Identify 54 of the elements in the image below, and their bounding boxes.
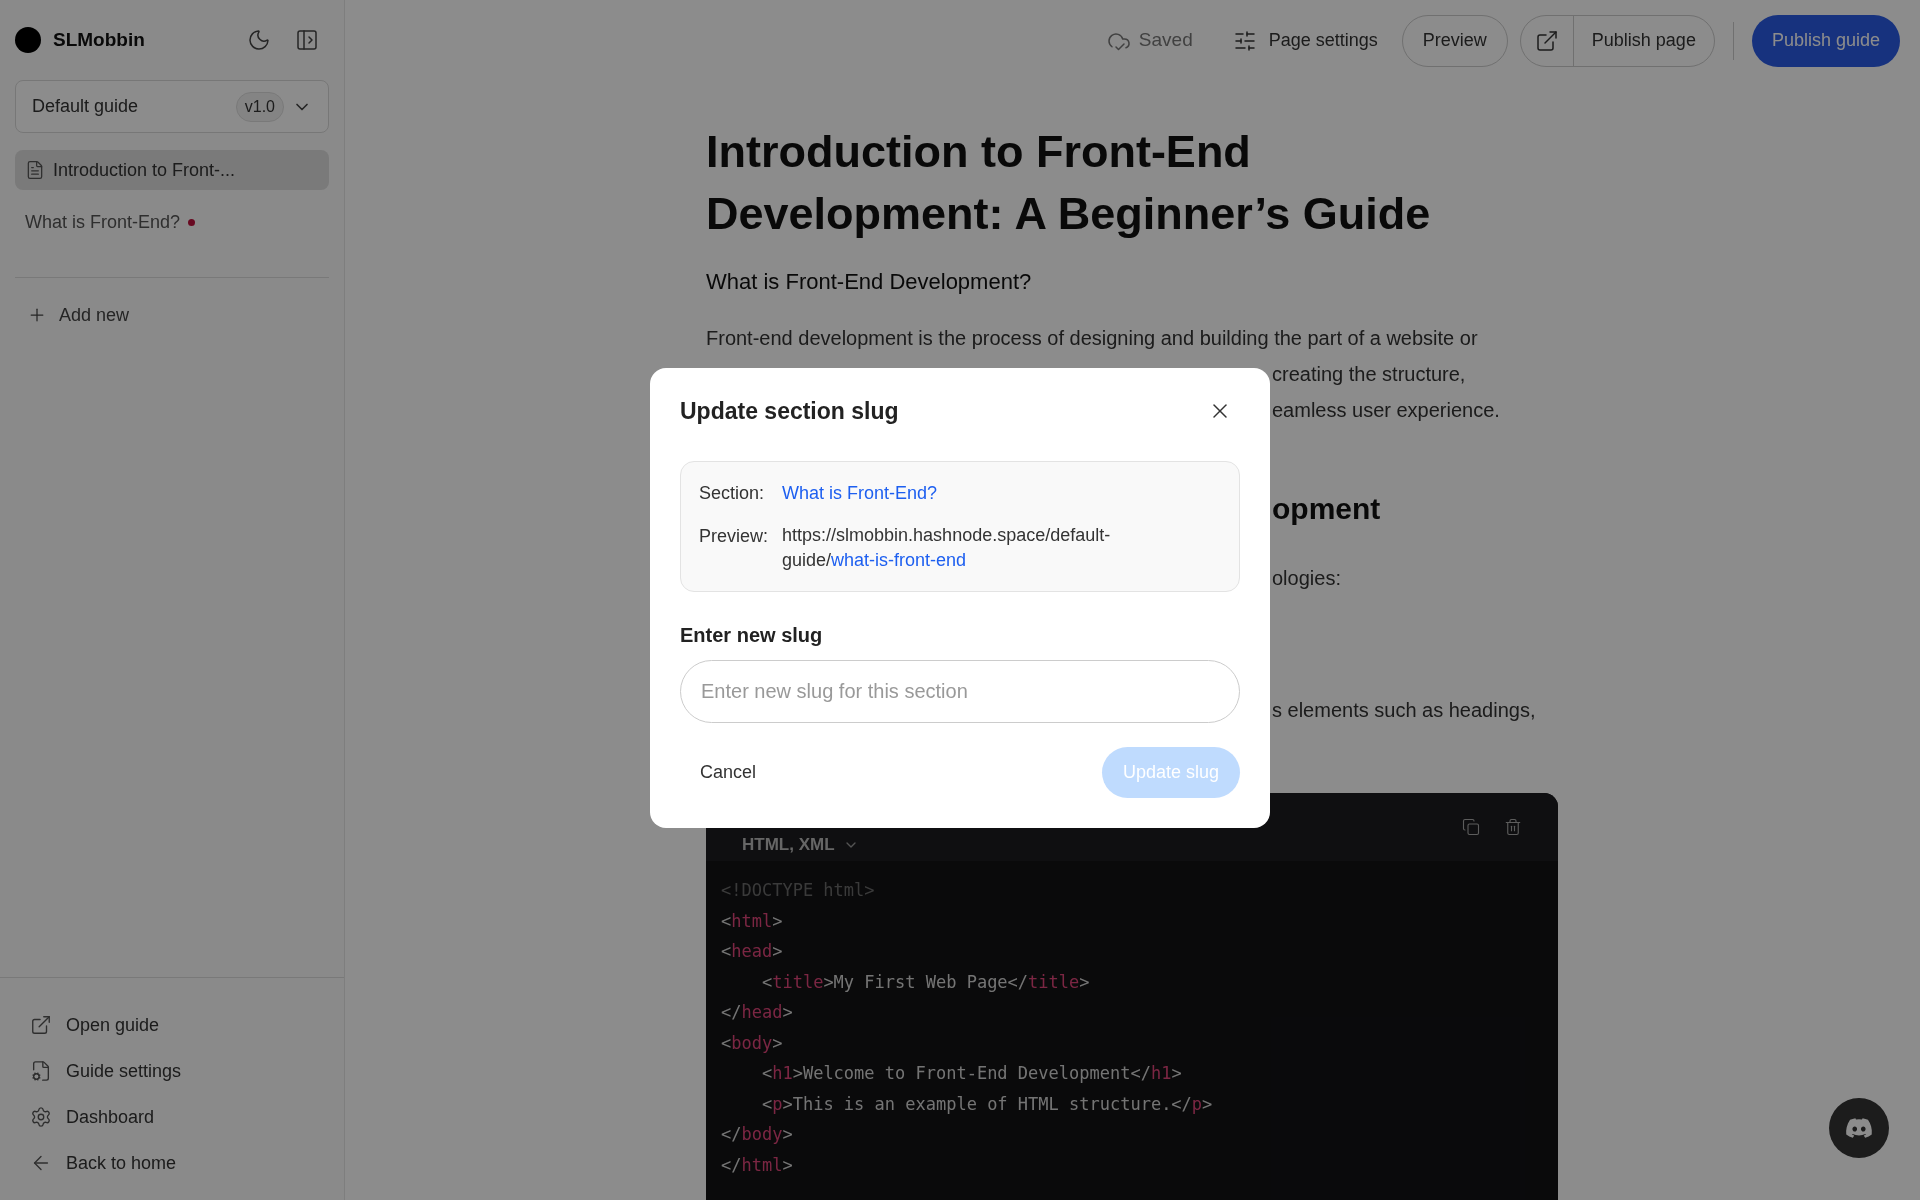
sidebar-toggle-icon[interactable] <box>295 28 319 52</box>
guide-select[interactable]: Default guide v1.0 <box>15 80 329 133</box>
add-new-button[interactable]: Add new <box>15 295 329 335</box>
external-link-icon <box>1534 28 1559 53</box>
moon-icon[interactable] <box>247 28 271 52</box>
code-line: <body> <box>721 1031 784 1055</box>
version-badge: v1.0 <box>235 91 284 122</box>
paragraph-line: Front-end development is the process of designing and building the part of a website or <box>706 326 1479 351</box>
code-line: </html> <box>721 1153 794 1177</box>
page-settings-button[interactable]: Page settings <box>1232 27 1378 54</box>
publish-guide-button[interactable]: Publish guide <box>1751 14 1900 67</box>
article-title: Introduction to Front-End Development: A Beginner’s Guide <box>706 125 1432 241</box>
logo-icon <box>15 27 41 53</box>
code-line: <title>My First Web Page</title> <box>760 970 1091 994</box>
preview-url: https://slmobbin.hashnode.space/default-guide/what-is-front-end <box>782 523 1112 572</box>
code-line: <h1>Welcome to Front-End Development</h1> <box>760 1062 1183 1085</box>
page-title: What is Front-End? <box>25 210 181 234</box>
page-item[interactable]: Introduction to Front-... <box>15 150 329 190</box>
sidebar-link[interactable]: Guide settings <box>30 1054 314 1088</box>
heading-fragment: opment <box>1272 491 1382 527</box>
code-line: <p>This is an example of HTML structure.</p> <box>760 1092 1214 1116</box>
preview-label: Preview: <box>699 524 769 548</box>
language-label[interactable]: HTML, XML <box>742 832 835 858</box>
article-subtitle: What is Front-End Development? <box>706 268 1033 296</box>
save-status: Saved <box>1106 26 1193 55</box>
code-line: </body> <box>721 1123 794 1146</box>
slug-input-field[interactable]: Enter new slug for this section <box>680 659 1240 723</box>
guide-name: Default guide <box>32 95 139 118</box>
code-line: <html> <box>721 909 784 933</box>
chat-button[interactable] <box>1829 1098 1889 1158</box>
page-item[interactable]: What is Front-End? <box>15 202 329 242</box>
code-line: <head> <box>721 940 784 963</box>
brand-name: SLMobbin <box>53 27 145 52</box>
document-icon <box>25 160 45 180</box>
copy-icon[interactable] <box>1462 818 1480 836</box>
sliders-icon <box>1232 28 1257 53</box>
gear-icon <box>30 1106 52 1128</box>
code-line: </head> <box>721 1001 794 1024</box>
trash-icon[interactable] <box>1504 818 1522 836</box>
text-fragment: s elements such as headings, <box>1272 698 1537 723</box>
sidebar-link[interactable]: Open guide <box>30 1008 314 1042</box>
cancel-button[interactable]: Cancel <box>680 747 777 797</box>
sidebar-link[interactable]: Dashboard <box>30 1100 314 1134</box>
text-fragment: ologies: <box>1272 566 1342 591</box>
external-link-icon <box>30 1014 52 1036</box>
page-title: Introduction to Front-... <box>53 158 236 182</box>
sidebar-link[interactable]: Back to home <box>30 1146 314 1180</box>
document-settings-icon <box>30 1060 52 1082</box>
field-label: Enter new slug <box>680 622 824 648</box>
dialog-title: Update section slug <box>680 397 899 426</box>
text-fragment: eamless user experience. <box>1272 398 1501 423</box>
section-label: Section: <box>699 481 766 505</box>
section-link[interactable]: What is Front-End? <box>782 479 1221 507</box>
text-fragment: creating the structure, <box>1272 362 1467 387</box>
